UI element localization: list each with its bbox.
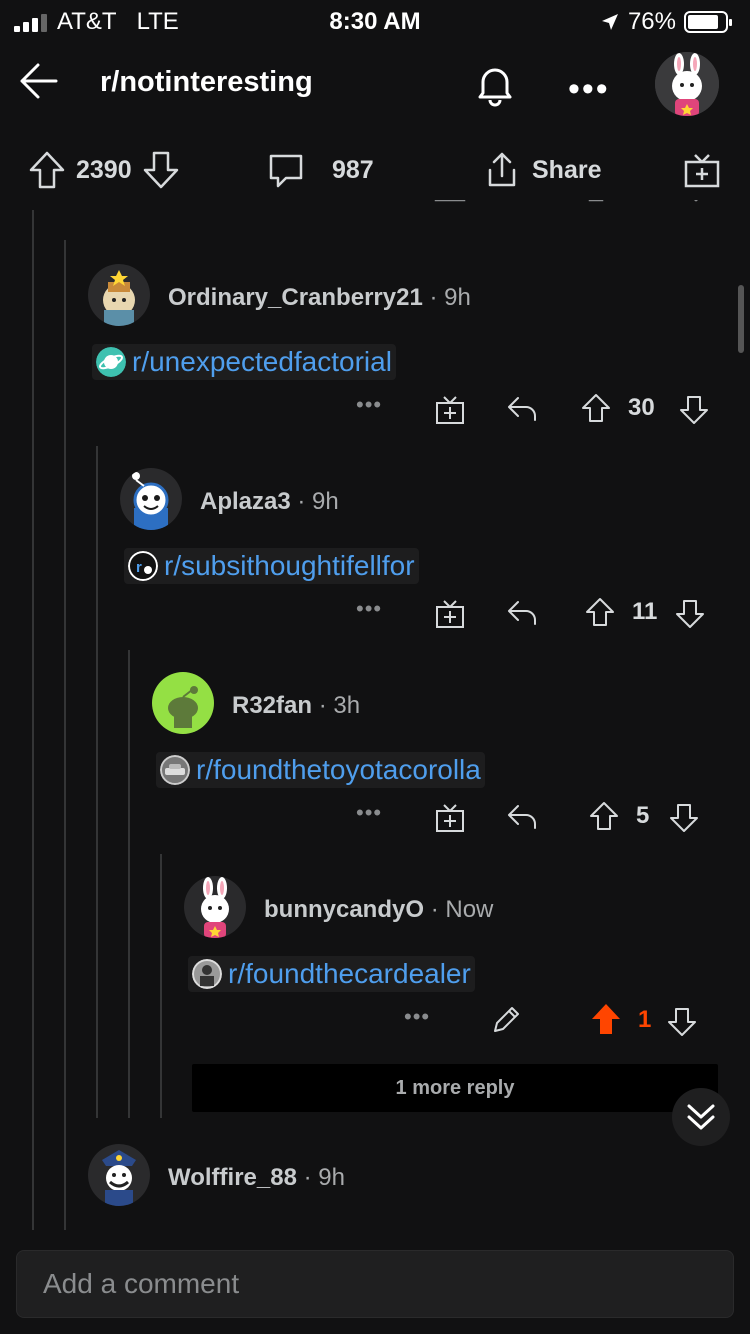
downvote-arrow-icon[interactable] xyxy=(668,802,700,834)
edit-pencil-icon[interactable] xyxy=(490,1004,522,1036)
avatar[interactable] xyxy=(88,264,150,326)
more-options-button[interactable]: ••• xyxy=(568,70,610,109)
dealer-icon xyxy=(192,959,222,989)
reply-arrow-icon[interactable] xyxy=(506,598,538,628)
username[interactable]: Wolffire_88 xyxy=(168,1164,297,1191)
downvote-arrow-icon[interactable] xyxy=(678,394,710,426)
user-avatar[interactable] xyxy=(655,52,719,116)
subreddit-title[interactable]: r/notinteresting xyxy=(100,66,313,99)
more-options-button[interactable]: ••• xyxy=(356,596,382,622)
link-text: r/unexpectedfactorial xyxy=(132,346,392,377)
share-label: Share xyxy=(532,155,602,184)
award-gift-icon[interactable] xyxy=(682,150,722,190)
avatar[interactable] xyxy=(184,876,246,938)
reply-arrow-icon[interactable] xyxy=(506,394,538,424)
comment-composer[interactable] xyxy=(16,1250,734,1318)
upvote-arrow-icon[interactable] xyxy=(580,392,612,424)
comment-age: Now xyxy=(445,896,494,923)
bell-icon[interactable] xyxy=(470,60,520,110)
award-gift-icon[interactable] xyxy=(434,801,466,833)
subreddit-link[interactable]: r/foundthetoyotacorolla xyxy=(156,752,485,788)
comment-score: 11 xyxy=(632,598,658,625)
back-arrow-icon[interactable] xyxy=(14,56,64,106)
comment-age: 9h xyxy=(444,284,471,311)
comment-age: 9h xyxy=(318,1164,345,1191)
subreddit-icon: r xyxy=(128,551,158,581)
subreddit-link[interactable]: r/foundthecardealer xyxy=(188,956,475,992)
thread-line-level3[interactable] xyxy=(96,446,98,1118)
avatar[interactable] xyxy=(88,1144,150,1206)
post-vote-group: 2390 xyxy=(28,150,180,190)
scrollbar[interactable] xyxy=(738,285,744,353)
username[interactable]: bunnycandyO xyxy=(264,896,424,923)
planet-icon xyxy=(96,347,126,377)
upvote-arrow-icon[interactable] xyxy=(584,596,616,628)
comment-bubble-icon xyxy=(269,154,303,188)
upvote-arrow-icon[interactable] xyxy=(588,800,620,832)
more-options-button[interactable]: ••• xyxy=(404,1004,430,1030)
comments-count-button[interactable]: 987 xyxy=(266,150,374,190)
thread-line-level1[interactable] xyxy=(32,210,34,1230)
comment-score: 1 xyxy=(638,1006,652,1033)
avatar[interactable] xyxy=(152,672,214,734)
thread-line-level2[interactable] xyxy=(64,240,66,1230)
username[interactable]: Aplaza3 xyxy=(200,488,291,515)
previous-comment-actions-clipped xyxy=(430,200,720,208)
more-replies-button[interactable]: 1 more reply xyxy=(192,1064,718,1112)
battery-percent: 76% xyxy=(627,8,676,35)
battery-icon xyxy=(684,11,732,33)
post-action-bar: 2390 987 Share xyxy=(0,140,750,200)
status-bar: AT&T LTE 8:30 AM 76% xyxy=(0,0,750,42)
reply-arrow-icon[interactable] xyxy=(506,802,538,832)
collapse-thread-button[interactable] xyxy=(672,1088,730,1146)
award-gift-icon[interactable] xyxy=(434,393,466,425)
comments-count: 987 xyxy=(332,155,374,184)
comment-age: 9h xyxy=(312,488,339,515)
comment-input[interactable] xyxy=(17,1251,733,1317)
username[interactable]: Ordinary_Cranberry21 xyxy=(168,284,423,311)
downvote-arrow-icon[interactable] xyxy=(666,1006,698,1038)
upvote-arrow-icon[interactable] xyxy=(28,150,66,190)
svg-text:r: r xyxy=(136,559,142,576)
link-text: r/foundthetoyotacorolla xyxy=(196,754,481,785)
award-gift-icon[interactable] xyxy=(434,597,466,629)
share-icon xyxy=(488,152,516,187)
thread-line-level5[interactable] xyxy=(160,854,162,1118)
username[interactable]: R32fan xyxy=(232,692,312,719)
comment-score: 30 xyxy=(628,394,655,421)
downvote-arrow-icon[interactable] xyxy=(674,598,706,630)
car-icon xyxy=(160,755,190,785)
comment-age: 3h xyxy=(333,692,361,719)
link-text: r/subsithoughtifellfor xyxy=(164,550,415,581)
link-text: r/foundthecardealer xyxy=(228,958,471,989)
subreddit-link[interactable]: r/unexpectedfactorial xyxy=(92,344,396,380)
comment-thread: Ordinary_Cranberry21 · 9h r/unexpectedfa… xyxy=(0,200,750,1230)
more-options-button[interactable]: ••• xyxy=(356,800,382,826)
more-options-button[interactable]: ••• xyxy=(356,392,382,418)
share-button[interactable]: Share xyxy=(482,150,601,190)
post-score: 2390 xyxy=(76,155,132,184)
subreddit-link[interactable]: r r/subsithoughtifellfor xyxy=(124,548,419,584)
avatar[interactable] xyxy=(120,468,182,530)
location-arrow-icon xyxy=(601,14,618,30)
downvote-arrow-icon[interactable] xyxy=(142,150,180,190)
top-nav-bar: r/notinteresting ••• xyxy=(0,42,750,132)
upvote-arrow-icon[interactable] xyxy=(590,1002,622,1036)
double-chevron-down-icon xyxy=(687,1104,715,1130)
comment-score: 5 xyxy=(636,802,650,829)
thread-line-level4[interactable] xyxy=(128,650,130,1118)
